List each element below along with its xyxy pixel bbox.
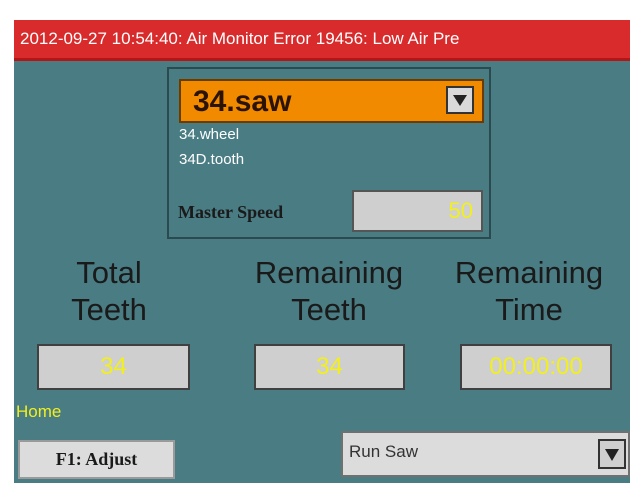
job-panel: 34.saw 34.wheel 34D.tooth Master Speed 5… — [167, 67, 491, 239]
total-teeth-label: Total Teeth — [19, 254, 199, 328]
remaining-time-value: 00:00:00 — [460, 344, 612, 390]
triangle-down-icon — [605, 449, 619, 461]
hmi-screen: 2012-09-27 10:54:40: Air Monitor Error 1… — [14, 20, 630, 483]
remaining-time-label-line1: Remaining — [454, 255, 604, 290]
run-mode-dropdown-button[interactable] — [598, 439, 626, 469]
job-select-value: 34.saw — [193, 85, 292, 118]
remaining-teeth-label: Remaining Teeth — [239, 254, 419, 328]
run-mode-select[interactable]: Run Saw — [341, 431, 630, 477]
run-mode-value: Run Saw — [349, 442, 418, 461]
remaining-teeth-value: 34 — [254, 344, 405, 390]
alarm-text: 2012-09-27 10:54:40: Air Monitor Error 1… — [20, 29, 460, 48]
total-teeth-label-line2: Teeth — [71, 292, 147, 327]
remaining-time-label: Remaining Time — [439, 254, 619, 328]
home-link[interactable]: Home — [16, 402, 61, 422]
alarm-banner[interactable]: 2012-09-27 10:54:40: Air Monitor Error 1… — [14, 20, 630, 61]
master-speed-field[interactable]: 50 — [352, 190, 483, 232]
job-dropdown-button[interactable] — [446, 86, 474, 114]
remaining-teeth-label-line1: Remaining — [254, 255, 404, 290]
master-speed-label: Master Speed — [178, 202, 284, 222]
job-option[interactable]: 34.wheel — [179, 125, 239, 145]
total-teeth-value: 34 — [37, 344, 190, 390]
remaining-teeth-label-line2: Teeth — [291, 292, 367, 327]
total-teeth-label-line1: Total — [76, 255, 142, 290]
triangle-down-icon — [453, 95, 467, 106]
remaining-time-label-line2: Time — [495, 292, 563, 327]
master-speed-value: 50 — [448, 198, 473, 223]
f1-adjust-button[interactable]: F1: Adjust — [18, 440, 175, 479]
job-option[interactable]: 34D.tooth — [179, 150, 244, 170]
job-select[interactable]: 34.saw — [179, 79, 484, 123]
